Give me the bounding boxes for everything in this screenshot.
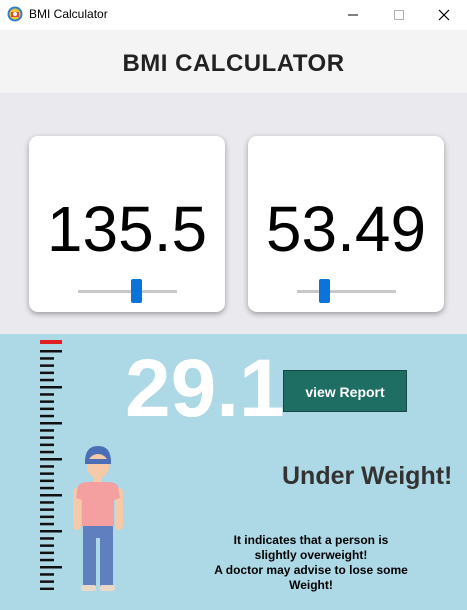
weight-value: 53.49	[265, 193, 427, 265]
weight-slider-track[interactable]	[297, 290, 396, 293]
ruler-tick	[40, 350, 62, 353]
result-area: 29.1 view Report Under Weight! It indica…	[0, 334, 467, 610]
ruler-tick	[40, 587, 54, 590]
title-bar: BMI Calculator	[0, 0, 467, 30]
bmi-value: 29.1	[125, 343, 285, 434]
ruler-tick	[40, 472, 54, 475]
close-icon	[438, 9, 450, 21]
height-card: 135.5	[29, 136, 225, 312]
ruler-tick	[40, 580, 54, 583]
minimize-icon	[348, 14, 358, 16]
ruler-tick	[40, 486, 54, 490]
close-button[interactable]	[421, 0, 467, 30]
ruler-marker	[40, 340, 62, 344]
ruler-tick	[40, 429, 54, 432]
maximize-button[interactable]	[376, 0, 422, 30]
ruler-tick	[40, 566, 62, 569]
page-title: BMI CALCULATOR	[122, 50, 345, 77]
description-line: A doctor may advise to lose some	[214, 563, 408, 577]
ruler-tick	[40, 371, 54, 375]
description-line: Weight!	[289, 578, 333, 592]
minimize-button[interactable]	[330, 0, 376, 30]
app-header: BMI CALCULATOR	[0, 30, 467, 93]
window-title: BMI Calculator	[29, 7, 108, 21]
ruler-tick	[40, 407, 54, 411]
height-value: 135.5	[46, 193, 208, 265]
bmi-description: It indicates that a person is slightly o…	[196, 533, 426, 593]
weight-card: 53.49	[248, 136, 444, 312]
ruler-tick	[40, 357, 54, 360]
description-line: slightly overweight!	[254, 548, 368, 562]
ruler-tick	[40, 515, 54, 519]
height-slider-thumb[interactable]	[131, 279, 142, 303]
ruler-tick	[40, 465, 54, 468]
person-icon	[73, 446, 123, 591]
ruler-tick	[40, 558, 54, 562]
ruler-tick	[40, 537, 54, 540]
ruler-tick	[40, 436, 54, 439]
view-report-button[interactable]: view Report	[283, 370, 407, 412]
ruler-tick	[40, 422, 62, 425]
ruler-tick	[40, 364, 54, 367]
input-area: 135.5 53.49	[0, 93, 467, 334]
ruler-tick	[40, 414, 54, 418]
ruler-tick	[40, 530, 62, 533]
maximize-icon	[394, 10, 404, 20]
ruler-tick	[40, 443, 54, 447]
ruler-tick	[40, 508, 54, 511]
ruler-tick	[40, 494, 62, 497]
app-icon	[7, 6, 23, 22]
ruler-tick	[40, 393, 54, 396]
ruler-tick	[40, 458, 62, 461]
ruler-tick	[40, 450, 54, 454]
ruler-tick	[40, 551, 54, 555]
ruler-tick	[40, 544, 54, 547]
ruler-tick	[40, 400, 54, 403]
ruler-tick	[40, 378, 54, 382]
height-slider-track[interactable]	[78, 290, 177, 293]
description-line: It indicates that a person is	[233, 533, 389, 547]
bmi-status: Under Weight!	[282, 462, 453, 490]
ruler-tick	[40, 573, 54, 576]
ruler-tick	[40, 501, 54, 504]
ruler-tick	[40, 479, 54, 483]
ruler-tick	[40, 522, 54, 526]
ruler-tick	[40, 386, 62, 389]
height-ruler-icon	[40, 340, 62, 590]
weight-slider-thumb[interactable]	[319, 279, 330, 303]
